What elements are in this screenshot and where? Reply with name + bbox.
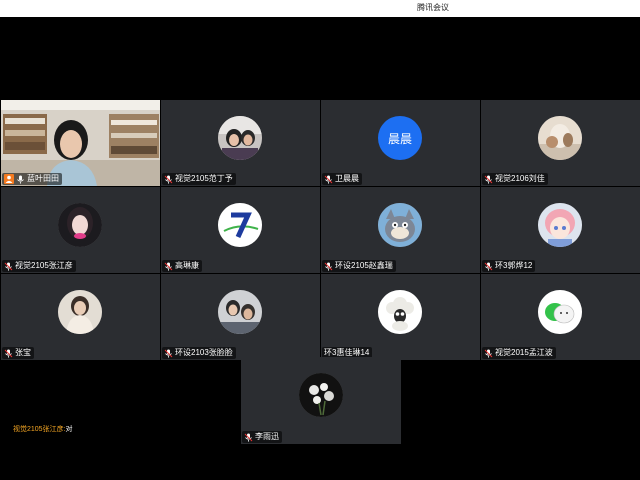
- flowers-avatar: [299, 373, 343, 417]
- microphone-icon: [17, 175, 24, 184]
- participant-tile[interactable]: 视觉2015孟江波: [481, 274, 640, 360]
- participant-name-label: 卫晨晨: [322, 173, 362, 185]
- participant-tile[interactable]: 环3惠佳琳14: [321, 274, 480, 360]
- photo-avatar: [58, 203, 102, 247]
- participant-name: 李雨迅: [255, 432, 279, 441]
- cartoon-cat-avatar: [378, 203, 422, 247]
- chat-message-text: 对: [65, 426, 73, 433]
- microphone-muted-icon: [484, 175, 493, 184]
- participant-tile[interactable]: 晨晨 卫晨晨: [321, 100, 480, 186]
- participant-name: 卫晨晨: [335, 174, 359, 183]
- participant-name: 蓝叶田田: [27, 174, 59, 183]
- participant-name-label: 高琳康: [162, 260, 202, 272]
- microphone-muted-icon: [484, 349, 493, 358]
- participant-name-label: 李雨迅: [242, 431, 282, 443]
- participant-name-label: 张宝: [2, 347, 34, 359]
- participant-tile[interactable]: 环设2105赵鑫瑞: [321, 187, 480, 273]
- participant-name-label: 环3郭烨12: [482, 260, 536, 272]
- participant-name: 高琳康: [175, 261, 199, 270]
- microphone-muted-icon: [164, 262, 173, 271]
- participant-tile[interactable]: 视觉2106刘佳: [481, 100, 640, 186]
- number-seven-avatar: [218, 203, 262, 247]
- bubble-avatar: [538, 290, 582, 334]
- participant-name: 环3郭烨12: [495, 261, 533, 270]
- participant-tile[interactable]: 张宝: [1, 274, 160, 360]
- participant-tile[interactable]: 李雨迅: [241, 357, 401, 444]
- participant-name: 视觉2105范丁予: [175, 174, 233, 183]
- title-bar: 腾讯会议: [0, 0, 640, 17]
- anime-avatar: [538, 203, 582, 247]
- participant-tile[interactable]: 环3郭烨12: [481, 187, 640, 273]
- participant-name-label: 视觉2015孟江波: [482, 347, 556, 359]
- participant-name-label: 视觉2105张江彦: [2, 260, 76, 272]
- microphone-muted-icon: [164, 349, 173, 358]
- photo-avatar: [58, 290, 102, 334]
- microphone-muted-icon: [324, 262, 333, 271]
- participant-name: 视觉2106刘佳: [495, 174, 545, 183]
- participant-tile[interactable]: 视觉2105张江彦: [1, 187, 160, 273]
- participant-name-label: 环设2103张脸脸: [162, 347, 236, 359]
- microphone-muted-icon: [324, 175, 333, 184]
- host-badge-icon: [4, 174, 14, 184]
- participant-name: 视觉2015孟江波: [495, 348, 553, 357]
- microphone-muted-icon: [4, 349, 13, 358]
- participant-tile[interactable]: 视觉2105范丁予: [161, 100, 320, 186]
- microphone-muted-icon: [164, 175, 173, 184]
- self-video-tile[interactable]: 蓝叶田田: [1, 100, 160, 186]
- participant-name: 张宝: [15, 348, 31, 357]
- microphone-muted-icon: [244, 433, 253, 442]
- participant-tile[interactable]: 高琳康: [161, 187, 320, 273]
- participant-name-label: 视觉2106刘佳: [482, 173, 548, 185]
- photo-avatar: [538, 116, 582, 160]
- chat-message-popup[interactable]: 视觉2105张江彦:对: [13, 425, 73, 434]
- microphone-muted-icon: [484, 262, 493, 271]
- participant-name: 环设2103张脸脸: [175, 348, 233, 357]
- video-grid: 蓝叶田田 视觉2105范丁予 晨晨 卫晨晨 视觉2106刘佳 视觉2105张江彦…: [0, 17, 640, 480]
- participant-tile[interactable]: 环设2103张脸脸: [161, 274, 320, 360]
- photo-avatar: [218, 290, 262, 334]
- participant-name-label: 环设2105赵鑫瑞: [322, 260, 396, 272]
- participant-name-label: 视觉2105范丁予: [162, 173, 236, 185]
- self-name-label: 蓝叶田田: [2, 173, 62, 185]
- microphone-muted-icon: [4, 262, 13, 271]
- window-title: 腾讯会议: [417, 3, 449, 12]
- participant-name: 视觉2105张江彦: [15, 261, 73, 270]
- photo-avatar: [218, 116, 262, 160]
- participant-name: 环设2105赵鑫瑞: [335, 261, 393, 270]
- text-avatar: 晨晨: [378, 116, 422, 160]
- sheep-avatar: [378, 290, 422, 334]
- chat-sender: 视觉2105张江彦:: [13, 426, 66, 433]
